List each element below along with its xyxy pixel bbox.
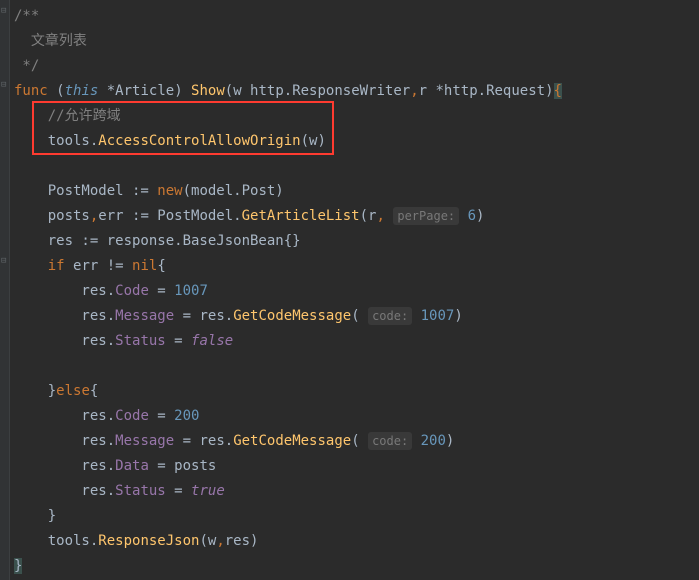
field-status: Status	[115, 483, 166, 499]
keyword-new: new	[157, 183, 182, 199]
keyword-else: else	[56, 383, 90, 399]
code-editor[interactable]: /** 文章列表 */ func (this *Article) Show(w …	[10, 0, 699, 580]
keyword-nil: nil	[132, 258, 157, 274]
brace-close: }	[14, 558, 22, 574]
code-line: res.Message = res.GetCodeMessage( code: …	[14, 429, 699, 454]
field-data: Data	[115, 458, 149, 474]
code-line: //允许跨域	[14, 104, 699, 129]
field-message: Message	[115, 433, 174, 449]
comment-text: */	[14, 58, 39, 74]
code-line: res.Data = posts	[14, 454, 699, 479]
field-code: Code	[115, 283, 149, 299]
code-line: func (this *Article) Show(w http.Respons…	[14, 79, 699, 104]
type-article: Article	[115, 83, 174, 99]
bool-false: false	[191, 333, 233, 349]
comment-text: //允许跨域	[14, 108, 121, 124]
field-status: Status	[115, 333, 166, 349]
call-getarticlelist: GetArticleList	[242, 208, 360, 224]
func-name-show: Show	[191, 83, 225, 99]
code-line: res.Status = false	[14, 329, 699, 354]
code-line: res := response.BaseJsonBean{}	[14, 229, 699, 254]
code-line	[14, 354, 699, 379]
code-line: PostModel := new(model.Post)	[14, 179, 699, 204]
number-1007: 1007	[174, 283, 208, 299]
call-accesscontrol: AccessControlAllowOrigin	[98, 133, 300, 149]
fold-icon[interactable]: ⊟	[1, 6, 6, 16]
param-hint-code: code:	[368, 432, 412, 450]
param-hint-perpage: perPage:	[393, 207, 459, 225]
keyword-func: func	[14, 83, 56, 99]
receiver-this: this	[65, 83, 99, 99]
number-200: 200	[421, 433, 446, 449]
number-200: 200	[174, 408, 199, 424]
param-hint-code: code:	[368, 307, 412, 325]
code-line: res.Code = 1007	[14, 279, 699, 304]
code-line: if err != nil{	[14, 254, 699, 279]
code-line: posts,err := PostModel.GetArticleList(r,…	[14, 204, 699, 229]
editor-gutter: ⊟ ⊟ ⊟	[0, 0, 10, 580]
code-line: }	[14, 554, 699, 579]
code-line: res.Status = true	[14, 479, 699, 504]
comment-text: /**	[14, 8, 39, 24]
fold-icon[interactable]: ⊟	[1, 80, 6, 90]
call-getcodemessage: GetCodeMessage	[233, 308, 351, 324]
bool-true: true	[191, 483, 225, 499]
field-code: Code	[115, 408, 149, 424]
code-line: res.Code = 200	[14, 404, 699, 429]
keyword-if: if	[48, 258, 73, 274]
code-line: 文章列表	[14, 29, 699, 54]
number-6: 6	[468, 208, 476, 224]
number-1007: 1007	[421, 308, 455, 324]
code-line: tools.ResponseJson(w,res)	[14, 529, 699, 554]
call-responsejson: ResponseJson	[98, 533, 199, 549]
field-message: Message	[115, 308, 174, 324]
code-line: }else{	[14, 379, 699, 404]
code-line	[14, 154, 699, 179]
code-line: tools.AccessControlAllowOrigin(w)	[14, 129, 699, 154]
comment-text: 文章列表	[14, 33, 87, 49]
code-line: res.Message = res.GetCodeMessage( code: …	[14, 304, 699, 329]
code-line: }	[14, 504, 699, 529]
code-line: /**	[14, 4, 699, 29]
code-line: */	[14, 54, 699, 79]
brace-open: {	[554, 83, 562, 99]
call-getcodemessage: GetCodeMessage	[233, 433, 351, 449]
fold-icon[interactable]: ⊟	[1, 256, 6, 266]
